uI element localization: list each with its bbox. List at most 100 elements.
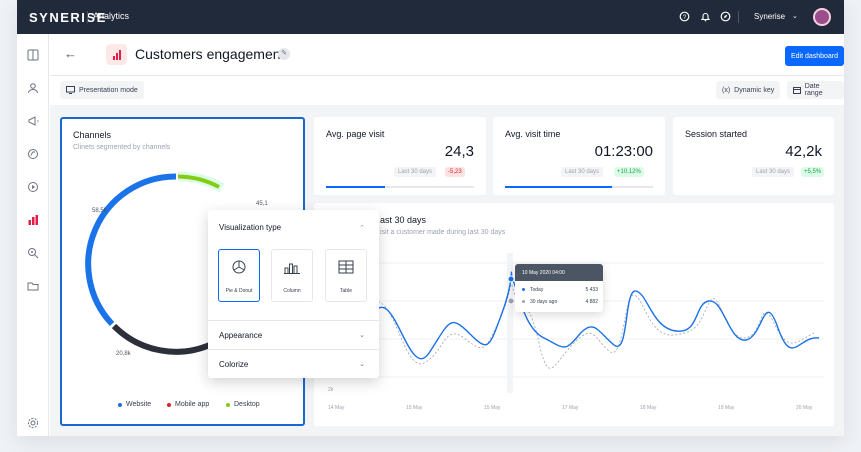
visualization-type-popover: Visualization type ⌃ Pie & Donut Column … (208, 210, 379, 378)
compass-icon[interactable] (720, 11, 731, 25)
search-icon[interactable] (26, 246, 40, 260)
kpi-progress-fill (505, 186, 612, 188)
x-tick-label: 14 May (328, 405, 345, 411)
dashboard-icon[interactable] (26, 48, 40, 62)
legend-label: Website (126, 401, 152, 408)
kpi-title: Avg. visit time (505, 129, 561, 139)
chart-title: ast 30 days (380, 215, 427, 225)
viz-option-table[interactable]: Table (325, 249, 367, 302)
toolbar: Presentation mode (x) Dynamic key Date r… (50, 77, 844, 105)
legend-label: Mobile app (175, 401, 210, 408)
column-chart-icon (272, 260, 312, 274)
date-range-button[interactable]: Date range (787, 81, 844, 99)
table-icon (326, 260, 366, 274)
settings-alt-icon[interactable] (26, 147, 40, 161)
variable-icon: (x) (722, 86, 731, 94)
kpi-card-page-visit[interactable]: Avg. page visit 24,3 Last 30 days -5,23 (314, 117, 486, 195)
viz-option-pie-donut[interactable]: Pie & Donut (218, 249, 260, 302)
x-tick-label: 15 May (484, 405, 501, 411)
avatar[interactable] (813, 8, 831, 26)
kpi-progress (326, 186, 474, 188)
website-value-label: 58,5k (92, 208, 107, 214)
desktop-value-label: 45,1 (256, 201, 268, 207)
tooltip-label: 30 days ago (530, 299, 558, 305)
legend-desktop[interactable]: Desktop (226, 401, 260, 408)
card-title: Channels (73, 130, 112, 140)
y-tick-label: 2k (328, 387, 334, 393)
mobile-value-label: 20,8k (116, 351, 131, 357)
kpi-change-badge: +10,12% (614, 167, 644, 177)
page-header: ← Customers engagement ✎ Edit dashboard (50, 34, 844, 76)
x-tick-label: 15 May (406, 405, 423, 411)
dynamic-key-button[interactable]: (x) Dynamic key (716, 81, 781, 99)
tooltip-label: Today (530, 287, 544, 293)
chevron-down-icon[interactable]: ⌄ (792, 12, 798, 20)
popover-title: Visualization type (219, 223, 282, 232)
campaign-icon[interactable] (26, 114, 40, 128)
help-icon[interactable]: ? (679, 11, 690, 25)
bell-icon[interactable] (700, 11, 711, 25)
hover-point-today[interactable] (507, 275, 515, 283)
user-icon[interactable] (26, 81, 40, 95)
hover-point-previous[interactable] (507, 297, 515, 305)
kpi-change-badge: +5,5% (801, 167, 825, 177)
tooltip-value: 5 433 (585, 287, 598, 293)
kpi-change-badge: -5,23 (445, 167, 465, 177)
mobile-segment[interactable] (111, 323, 214, 355)
viz-option-label: Table (340, 288, 352, 294)
user-menu-label[interactable]: Synerise (754, 12, 785, 21)
chart-subtitle: isit a customer made during last 30 days (380, 229, 506, 236)
legend-website[interactable]: Website (118, 401, 151, 408)
calendar-icon (793, 87, 801, 94)
top-bar: SYNERISE Analytics ? Synerise ⌄ (17, 0, 844, 34)
chevron-up-icon[interactable]: ⌃ (359, 224, 365, 232)
kpi-title: Avg. page visit (326, 129, 385, 139)
legend-dot (167, 402, 171, 407)
kpi-card-visit-time[interactable]: Avg. visit time 01:23:00 Last 30 days +1… (493, 117, 665, 195)
kpi-value: 24,3 (444, 143, 474, 160)
kpi-period: Last 30 days (394, 167, 437, 177)
folder-icon[interactable] (26, 279, 40, 293)
kpi-period: Last 30 days (561, 167, 604, 177)
website-segment[interactable] (85, 173, 177, 327)
gear-icon[interactable] (26, 416, 40, 430)
sidebar (17, 34, 49, 436)
line-chart-card[interactable]: ast 30 days isit a customer made during … (314, 203, 834, 426)
kpi-title: Session started (685, 129, 748, 139)
dynamic-key-label: Dynamic key (734, 86, 775, 94)
appearance-section[interactable]: Appearance ⌄ (208, 320, 379, 348)
x-tick-label: 17 May (562, 405, 579, 411)
legend-dot (226, 402, 230, 407)
legend-mobile-app[interactable]: Mobile app (167, 401, 209, 408)
x-tick-label: 19 May (718, 405, 735, 411)
kpi-period: Last 30 days (752, 167, 795, 177)
edit-title-icon[interactable]: ✎ (278, 48, 290, 60)
kpi-progress-fill (326, 186, 386, 188)
viz-option-label: Column (283, 288, 301, 294)
back-arrow-icon[interactable]: ← (64, 46, 77, 61)
kpi-card-sessions[interactable]: Session started 42,2k Last 30 days +5,5% (673, 117, 834, 195)
tooltip-row-previous: 30 days ago 4 882 (522, 299, 598, 305)
tooltip-row-today: Today 5 433 (522, 287, 598, 293)
analytics-icon[interactable] (26, 213, 40, 227)
x-tick-label: 20 May (796, 405, 813, 411)
viz-option-column[interactable]: Column (271, 249, 313, 302)
series-dot (522, 288, 525, 291)
divider (87, 11, 88, 23)
divider (738, 11, 739, 23)
presentation-mode-button[interactable]: Presentation mode (60, 81, 144, 99)
x-tick-label: 18 May (640, 405, 657, 411)
date-range-label: Date range (804, 83, 823, 97)
edit-dashboard-button[interactable]: Edit dashboard (785, 46, 844, 66)
series-dot (522, 300, 525, 303)
page-title: Customers engagement (135, 46, 285, 62)
legend-dot (118, 402, 122, 407)
tooltip-header: 10 May 2020 04:00 (515, 264, 603, 281)
chevron-down-icon: ⌄ (359, 332, 365, 339)
play-icon[interactable] (26, 180, 40, 194)
kpi-value: 42,2k (785, 143, 822, 160)
legend-label: Desktop (234, 401, 260, 408)
tooltip-value: 4 882 (585, 299, 598, 305)
colorize-section[interactable]: Colorize ⌄ (208, 349, 379, 377)
card-subtitle: Clinets segmented by channels (73, 144, 171, 151)
